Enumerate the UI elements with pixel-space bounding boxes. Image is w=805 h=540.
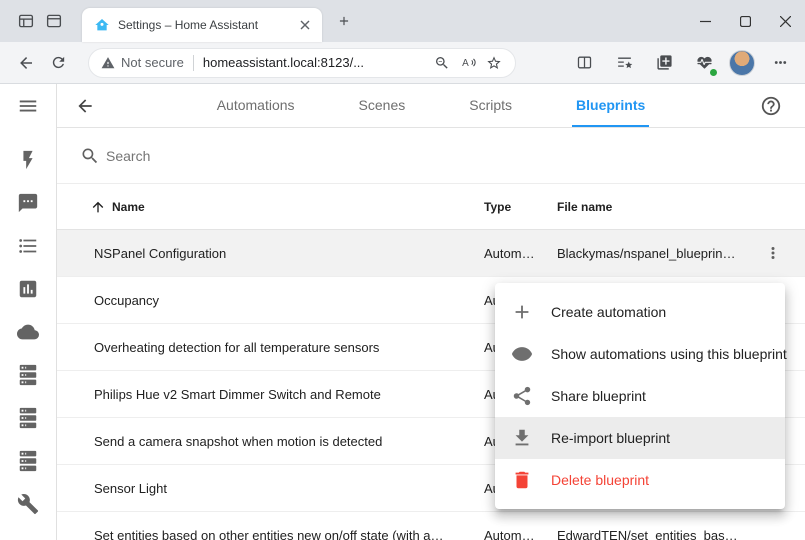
download-icon	[511, 427, 533, 449]
server-icon	[17, 450, 39, 472]
menu-item-share-blueprint[interactable]: Share blueprint	[495, 375, 785, 417]
close-button[interactable]	[765, 0, 805, 42]
sidebar-item-addon-2[interactable]	[0, 396, 57, 439]
tab-actions-icon[interactable]	[40, 7, 68, 35]
flash-icon	[17, 149, 39, 171]
table-header: Name Type File name	[57, 184, 805, 230]
tab-blueprints[interactable]: Blueprints	[572, 84, 649, 127]
wrench-icon	[17, 493, 39, 515]
eye-icon	[511, 343, 533, 365]
collections-icon[interactable]	[649, 48, 679, 78]
tab-scenes[interactable]: Scenes	[355, 84, 410, 127]
menu-item-show-automations[interactable]: Show automations using this blueprint	[495, 333, 785, 375]
maximize-button[interactable]	[725, 0, 765, 42]
search-input[interactable]	[106, 128, 805, 183]
back-icon[interactable]	[10, 47, 42, 79]
server-icon	[17, 407, 39, 429]
read-aloud-icon[interactable]: A	[455, 50, 481, 76]
cloud-icon	[17, 321, 39, 343]
plus-icon	[511, 301, 533, 323]
security-label: Not secure	[121, 55, 184, 70]
ha-sidebar	[0, 84, 57, 540]
menu-icon[interactable]	[0, 84, 56, 128]
tab-automations[interactable]: Automations	[213, 84, 299, 127]
tab-close-icon[interactable]	[296, 16, 314, 34]
sidebar-item-addon-3[interactable]	[0, 439, 57, 482]
address-bar[interactable]: Not secure homeassistant.local:8123/... …	[88, 48, 516, 78]
favorite-star-icon[interactable]	[481, 50, 507, 76]
table-row[interactable]: Set entities based on other entities new…	[57, 512, 805, 540]
sidebar-item-history[interactable]	[0, 267, 57, 310]
browser-toolbar: Not secure homeassistant.local:8123/... …	[0, 42, 805, 84]
sidebar-item-addon-1[interactable]	[0, 353, 57, 396]
sidebar-item-energy[interactable]	[0, 138, 57, 181]
split-screen-icon[interactable]	[569, 48, 599, 78]
svg-text:A: A	[462, 58, 469, 69]
column-header-file[interactable]: File name	[537, 200, 741, 214]
toolbar-right-group	[569, 48, 795, 78]
window-controls	[685, 0, 805, 42]
help-icon[interactable]	[759, 84, 783, 127]
menu-item-reimport-blueprint[interactable]: Re-import blueprint	[495, 417, 785, 459]
status-dot	[709, 68, 718, 77]
sidebar-item-cloud[interactable]	[0, 310, 57, 353]
row-menu-kebab-icon[interactable]	[755, 235, 791, 271]
search-bar	[57, 128, 805, 184]
column-header-name[interactable]: Name	[112, 200, 145, 214]
chat-icon	[17, 192, 39, 214]
menu-item-create-automation[interactable]: Create automation	[495, 291, 785, 333]
not-secure-warning-icon	[101, 56, 115, 70]
profile-avatar[interactable]	[729, 50, 755, 76]
browser-tab[interactable]: Settings – Home Assistant	[82, 8, 322, 42]
blueprint-context-menu: Create automation Show automations using…	[495, 283, 785, 509]
sidebar-item-assist[interactable]	[0, 181, 57, 224]
chart-icon	[17, 278, 39, 300]
home-assistant-favicon	[94, 17, 110, 33]
sort-arrow-up-icon[interactable]	[90, 199, 106, 215]
browser-titlebar: Settings – Home Assistant	[0, 0, 805, 42]
new-tab-button[interactable]	[330, 7, 358, 35]
search-icon	[80, 146, 100, 166]
table-row[interactable]: NSPanel Configuration Autom… Blackymas/n…	[57, 230, 805, 277]
url-text[interactable]: homeassistant.local:8123/...	[203, 55, 429, 70]
favorites-hub-icon[interactable]	[609, 48, 639, 78]
ha-header: Automations Scenes Scripts Blueprints	[57, 84, 805, 128]
ha-nav-tabs: Automations Scenes Scripts Blueprints	[57, 84, 805, 127]
share-icon	[511, 385, 533, 407]
server-icon	[17, 364, 39, 386]
zoom-out-icon[interactable]	[429, 50, 455, 76]
minimize-button[interactable]	[685, 0, 725, 42]
refresh-icon[interactable]	[42, 47, 74, 79]
more-icon[interactable]	[765, 48, 795, 78]
trash-icon	[511, 469, 533, 491]
divider	[193, 55, 194, 71]
workspaces-icon[interactable]	[12, 7, 40, 35]
column-header-type[interactable]: Type	[447, 200, 537, 214]
menu-item-delete-blueprint[interactable]: Delete blueprint	[495, 459, 785, 501]
list-icon	[17, 235, 39, 257]
tab-scripts[interactable]: Scripts	[465, 84, 516, 127]
tab-title: Settings – Home Assistant	[118, 18, 288, 32]
sidebar-item-logbook[interactable]	[0, 224, 57, 267]
sidebar-item-tools[interactable]	[0, 482, 57, 525]
